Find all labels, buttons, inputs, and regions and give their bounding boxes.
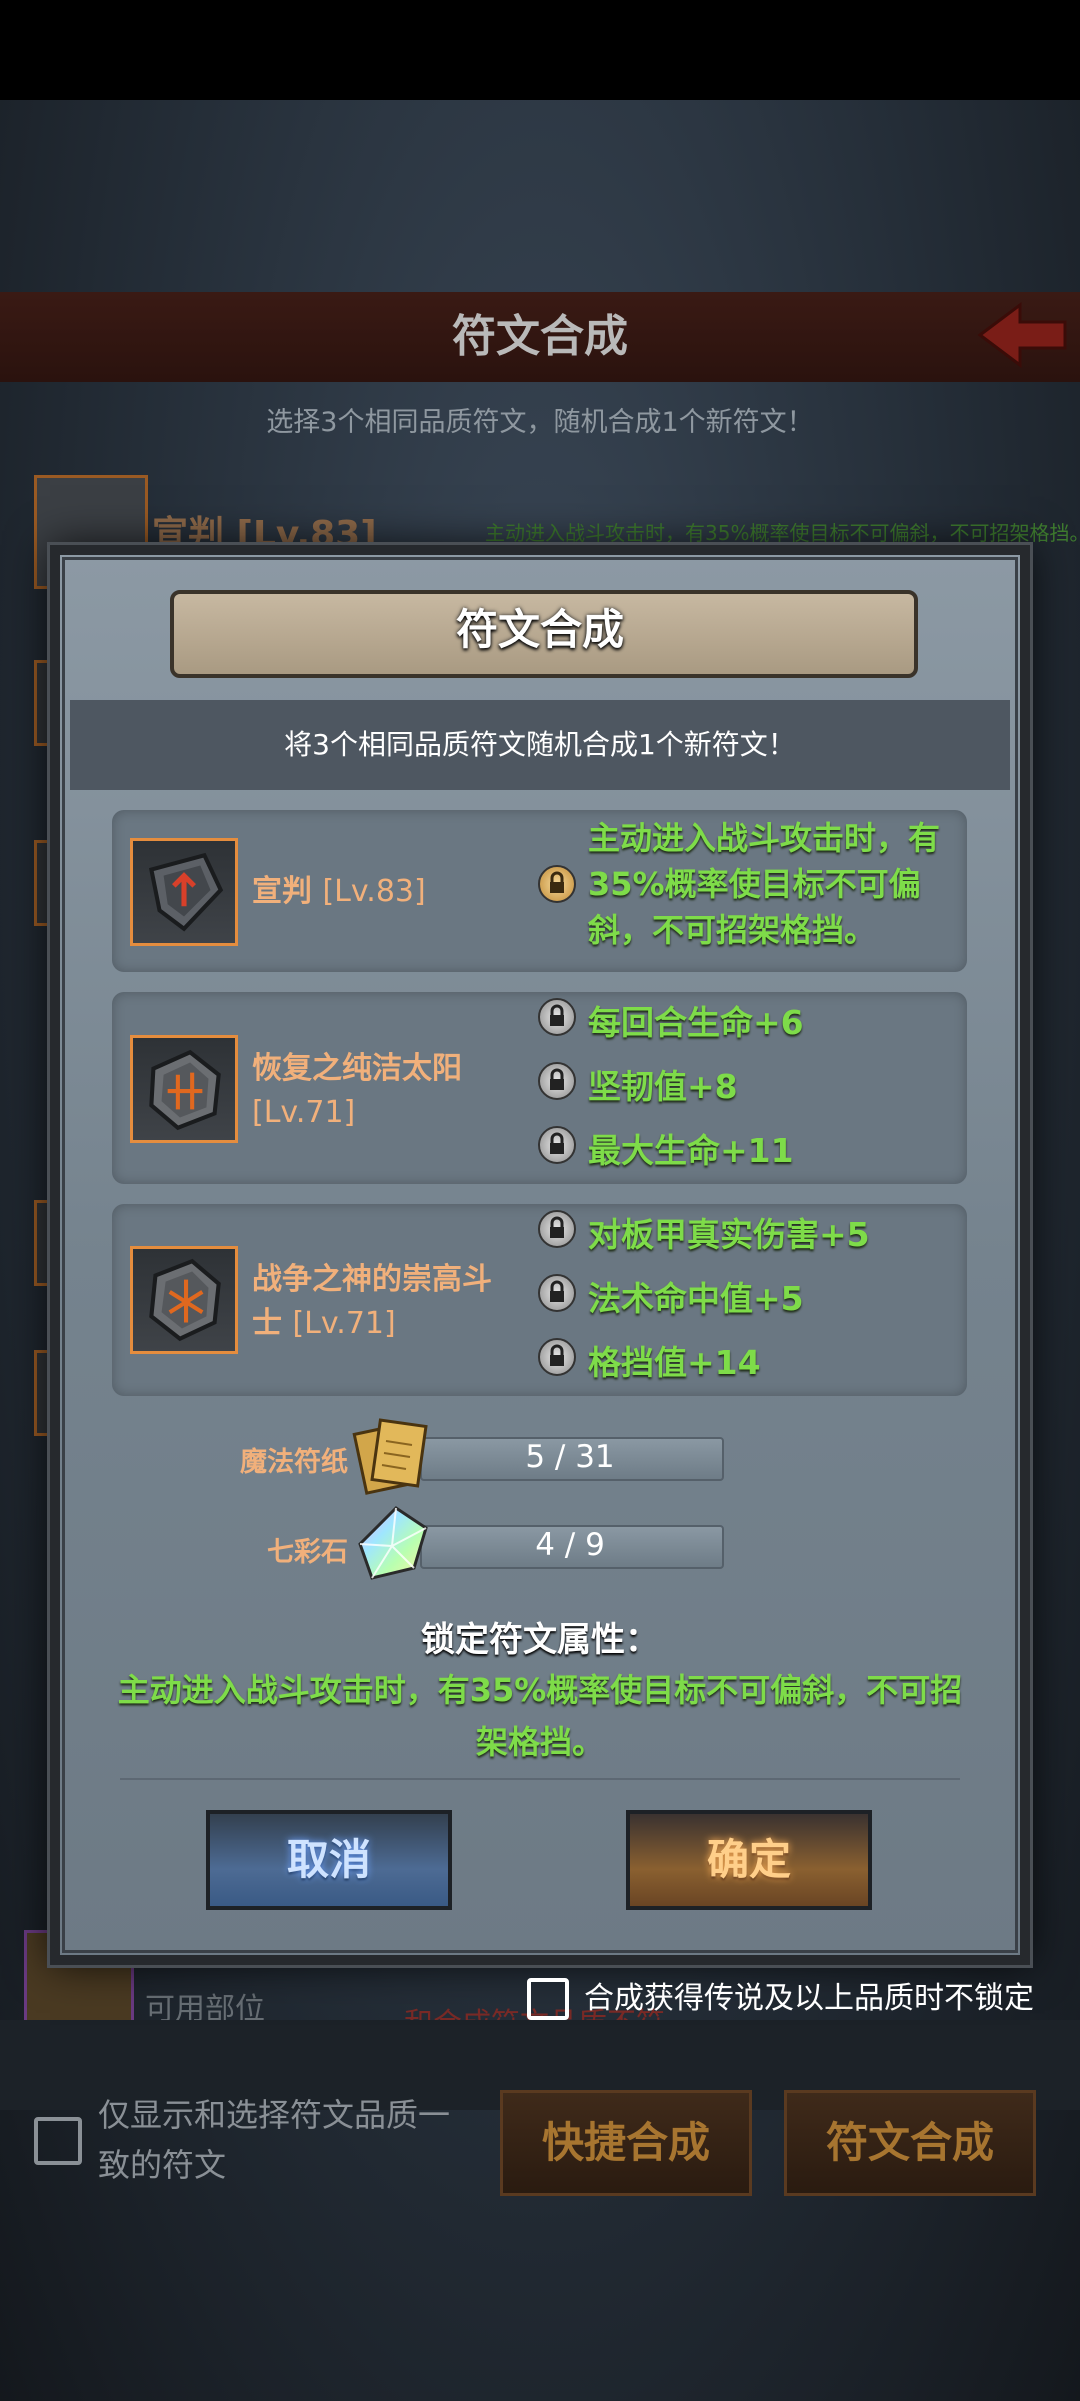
rainbow-crystal-icon [358,1506,428,1580]
verdict-rune-icon[interactable] [130,838,238,946]
bg-page-title: 符文合成 [452,311,628,362]
sun-rune-icon[interactable] [130,1035,238,1143]
rune-attr: 坚韧值+8 [588,1067,738,1106]
lock-icon[interactable] [538,998,576,1036]
lock-icon[interactable] [538,1274,576,1312]
rune-name: 宣判 [Lv.83] [252,870,426,914]
lock-icon[interactable] [538,865,576,903]
war-god-rune-icon[interactable] [130,1246,238,1354]
same-quality-checkbox[interactable] [34,2117,82,2165]
rune-name-text: 宣判 [252,874,312,909]
lock-icon[interactable] [538,1062,576,1100]
rune-level: [Lv.71] [292,1306,396,1341]
rune-attr: 对板甲真实伤害+5 [588,1215,870,1254]
rune-name: 恢复之纯洁太阳 [Lv.71] [252,1047,492,1135]
rune-level: [Lv.83] [322,874,426,909]
instruction-text: 将3个相同品质符文随机合成1个新符文！ [284,728,796,761]
rune-synth-button[interactable]: 符文合成 [784,2090,1036,2196]
rune-attr: 主动进入战斗攻击时，有35%概率使目标不可偏斜，不可招架格挡。 [588,819,941,949]
back-arrow-icon[interactable] [975,300,1070,370]
modal-title: 符文合成 [455,605,624,654]
legendary-no-lock-label: 合成获得传说及以上品质时不锁定 [584,1981,1034,2016]
bg-subtitle: 选择3个相同品质符文，随机合成1个新符文！ [266,407,814,438]
paper-scroll-icon [352,1418,428,1495]
bg-rune-desc: 主动进入战斗攻击时，有35%概率使目标不可偏斜，不可招架格挡。 [485,521,1080,545]
same-quality-label: 仅显示和选择符文品质一致的符文 [98,2096,451,2184]
rune-attr: 格挡值+14 [588,1343,761,1382]
lock-icon[interactable] [538,1210,576,1248]
material-label: 魔法符纸 [240,1447,348,1478]
rune-name: 战争之神的崇高斗士 [Lv.71] [252,1258,507,1346]
cancel-button[interactable]: 取消 [206,1810,452,1910]
lock-attr-title: 锁定符文属性： [421,1620,659,1660]
material-count: 4 / 9 [535,1527,605,1563]
material-count: 5 / 31 [525,1439,615,1475]
legendary-no-lock-checkbox[interactable] [527,1978,569,2020]
lock-attr-desc: 主动进入战斗攻击时，有35%概率使目标不可偏斜，不可招架格挡。 [117,1671,963,1761]
rune-attr: 每回合生命+6 [588,1003,804,1042]
lock-icon[interactable] [538,1126,576,1164]
rune-attr: 最大生命+11 [588,1131,794,1170]
lock-icon[interactable] [538,1338,576,1376]
rune-name-text: 恢复之纯洁太阳 [252,1051,462,1086]
status-bar-area [0,0,1080,100]
confirm-button[interactable]: 确定 [626,1810,872,1910]
divider [120,1778,960,1780]
rune-level: [Lv.71] [252,1095,356,1130]
quick-synth-button[interactable]: 快捷合成 [500,2090,752,2196]
material-label: 七彩石 [267,1537,348,1568]
rune-attr: 法术命中值+5 [588,1279,804,1318]
